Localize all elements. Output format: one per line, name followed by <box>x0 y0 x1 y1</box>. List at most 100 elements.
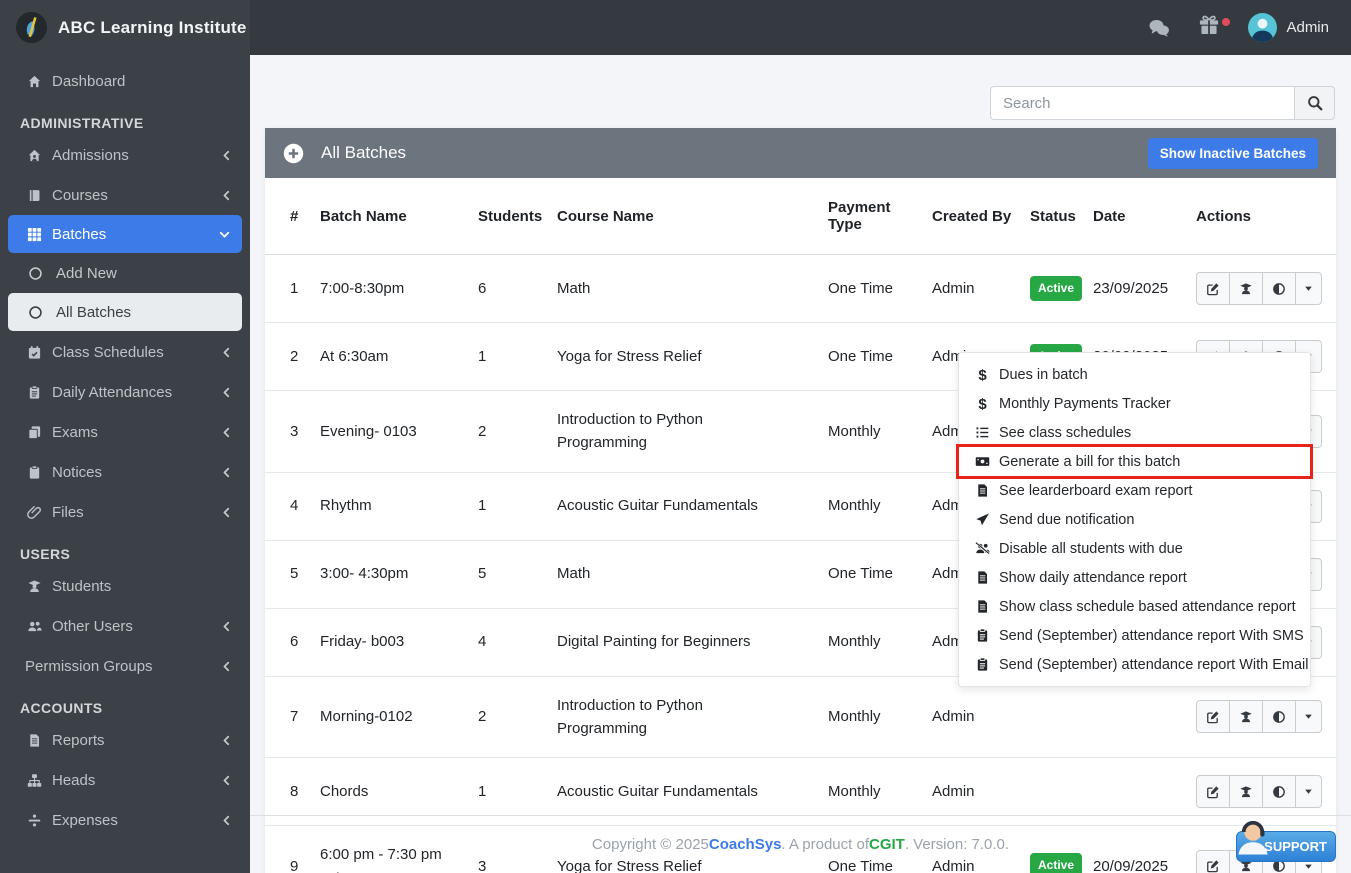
chevron-left-icon <box>221 815 232 826</box>
show-inactive-batches-button[interactable]: Show Inactive Batches <box>1147 137 1318 169</box>
payment-type-cell: One Time <box>828 539 932 608</box>
sidebar-item-heads[interactable]: Heads <box>0 760 250 800</box>
menu-item-dues-in-batch[interactable]: $ Dues in batch <box>959 360 1310 389</box>
chat-icon[interactable] <box>1148 17 1170 39</box>
divide-icon <box>27 813 42 828</box>
menu-item-daily-attendance-report[interactable]: Show daily attendance report <box>959 563 1310 592</box>
toggle-status-button[interactable] <box>1262 700 1296 734</box>
add-batch-button[interactable] <box>283 143 304 164</box>
menu-item-label: Send due notification <box>999 511 1135 528</box>
edit-batch-button[interactable] <box>1196 775 1230 808</box>
sidebar-item-label: Other Users <box>52 617 133 635</box>
chevron-left-icon <box>221 775 232 786</box>
sidebar-item-notices[interactable]: Notices <box>0 452 250 492</box>
batch-students-button[interactable] <box>1229 775 1263 808</box>
support-button[interactable]: SUPPORT <box>1236 831 1336 862</box>
sidebar-item-label: Class Schedules <box>52 343 164 361</box>
page-title: All Batches <box>321 143 407 162</box>
col-header-batch-name: Batch Name <box>320 178 478 255</box>
edit-batch-button[interactable] <box>1196 700 1230 734</box>
grid-icon <box>27 227 42 242</box>
user-menu[interactable]: Admin <box>1248 13 1329 42</box>
more-actions-button[interactable] <box>1295 272 1322 305</box>
row-number: 7 <box>265 675 320 758</box>
sidebar-item-class-schedules[interactable]: Class Schedules <box>0 332 250 372</box>
batch-name-cell: Evening- 0103 <box>320 390 478 472</box>
notifications[interactable] <box>1198 14 1231 41</box>
sidebar-item-exams[interactable]: Exams <box>0 412 250 452</box>
sidebar-item-files[interactable]: Files <box>0 492 250 532</box>
sidebar-item-label: Dashboard <box>52 72 126 90</box>
sidebar-item-expenses[interactable]: Expenses <box>0 800 250 840</box>
half-circle-icon <box>1272 785 1286 799</box>
sidebar-item-label: Batches <box>52 225 107 243</box>
batch-actions-menu: $ Dues in batch $ Monthly Payments Track… <box>956 352 1313 687</box>
row-actions <box>1196 272 1322 305</box>
menu-item-send-due-notification[interactable]: Send due notification <box>959 505 1310 534</box>
cgit-link[interactable]: CGIT <box>869 836 905 853</box>
calendar-check-icon <box>27 345 42 360</box>
sidebar-item-permission-groups[interactable]: Permission Groups <box>0 646 250 686</box>
users-icon <box>27 619 42 634</box>
topbar: ABC Learning Institute Admin <box>0 0 1351 55</box>
chevron-left-icon <box>221 150 232 161</box>
row-number: 3 <box>265 390 320 472</box>
col-header-actions: Actions <box>1196 178 1336 255</box>
batch-students-button[interactable] <box>1229 272 1263 305</box>
caret-down-icon <box>1303 711 1314 722</box>
menu-item-see-class-schedules[interactable]: See class schedules <box>959 418 1310 447</box>
payment-type-cell: One Time <box>828 322 932 391</box>
toggle-status-button[interactable] <box>1262 775 1296 808</box>
sidebar-item-all-batches[interactable]: All Batches <box>8 293 242 331</box>
notification-dot <box>1222 18 1231 26</box>
search-button[interactable] <box>1294 86 1335 120</box>
brand-title: ABC Learning Institute <box>58 17 247 37</box>
copyright-text: Copyright © 2025 <box>591 836 709 853</box>
course-name-cell: Math <box>557 279 591 297</box>
menu-item-generate-bill[interactable]: Generate a bill for this batch <box>956 444 1313 479</box>
file-invoice-icon <box>27 733 42 748</box>
toggle-status-button[interactable] <box>1262 272 1296 305</box>
sidebar-item-dashboard[interactable]: Dashboard <box>0 61 250 101</box>
circle-icon <box>28 266 43 281</box>
menu-item-disable-students-with-due[interactable]: Disable all students with due <box>959 534 1310 563</box>
sidebar-item-reports[interactable]: Reports <box>0 720 250 760</box>
menu-item-monthly-payments-tracker[interactable]: $ Monthly Payments Tracker <box>959 389 1310 418</box>
brand[interactable]: ABC Learning Institute <box>0 0 250 55</box>
sidebar-item-label: Notices <box>52 463 103 481</box>
row-number: 2 <box>265 322 320 391</box>
menu-item-attendance-report-sms[interactable]: Send (September) attendance report With … <box>959 621 1310 650</box>
sidebar-item-label: Heads <box>52 771 96 789</box>
menu-item-leaderboard-exam-report[interactable]: See learderboard exam report <box>959 476 1310 505</box>
sidebar-item-daily-attendances[interactable]: Daily Attendances <box>0 372 250 412</box>
menu-item-label: Show daily attendance report <box>999 569 1187 586</box>
batch-name-cell: Friday- b003 <box>320 607 478 676</box>
sidebar-item-admissions[interactable]: Admissions <box>0 135 250 175</box>
sidebar-item-label: Courses <box>52 186 108 204</box>
coachsys-link[interactable]: CoachSys <box>709 836 782 853</box>
menu-item-attendance-report-email[interactable]: Send (September) attendance report With … <box>959 650 1310 679</box>
more-actions-button[interactable] <box>1295 700 1322 734</box>
file-invoice-icon <box>975 483 990 498</box>
copy-icon <box>27 425 42 440</box>
sidebar-toggle-button[interactable] <box>269 22 281 34</box>
more-actions-button[interactable] <box>1295 775 1322 808</box>
sidebar-item-courses[interactable]: Courses <box>0 175 250 215</box>
menu-item-label: Show class schedule based attendance rep… <box>999 598 1296 615</box>
payment-type-cell: Monthly <box>828 471 932 540</box>
sidebar-item-label: Students <box>52 577 112 595</box>
sidebar-item-other-users[interactable]: Other Users <box>0 606 250 646</box>
sidebar-item-label: Admissions <box>52 146 129 164</box>
clipboard-list-icon <box>975 628 990 643</box>
menu-item-class-schedule-attendance-report[interactable]: Show class schedule based attendance rep… <box>959 592 1310 621</box>
sidebar-item-students[interactable]: Students <box>0 566 250 606</box>
menu-item-label: See class schedules <box>999 424 1132 441</box>
row-number: 6 <box>265 607 320 676</box>
course-name-cell: Math <box>557 539 828 608</box>
col-header-num: # <box>265 178 320 255</box>
search-input[interactable] <box>990 86 1294 120</box>
batch-students-button[interactable] <box>1229 700 1263 734</box>
sidebar-item-add-new[interactable]: Add New <box>8 254 242 292</box>
edit-batch-button[interactable] <box>1196 272 1230 305</box>
sidebar-item-batches[interactable]: Batches <box>8 215 242 253</box>
